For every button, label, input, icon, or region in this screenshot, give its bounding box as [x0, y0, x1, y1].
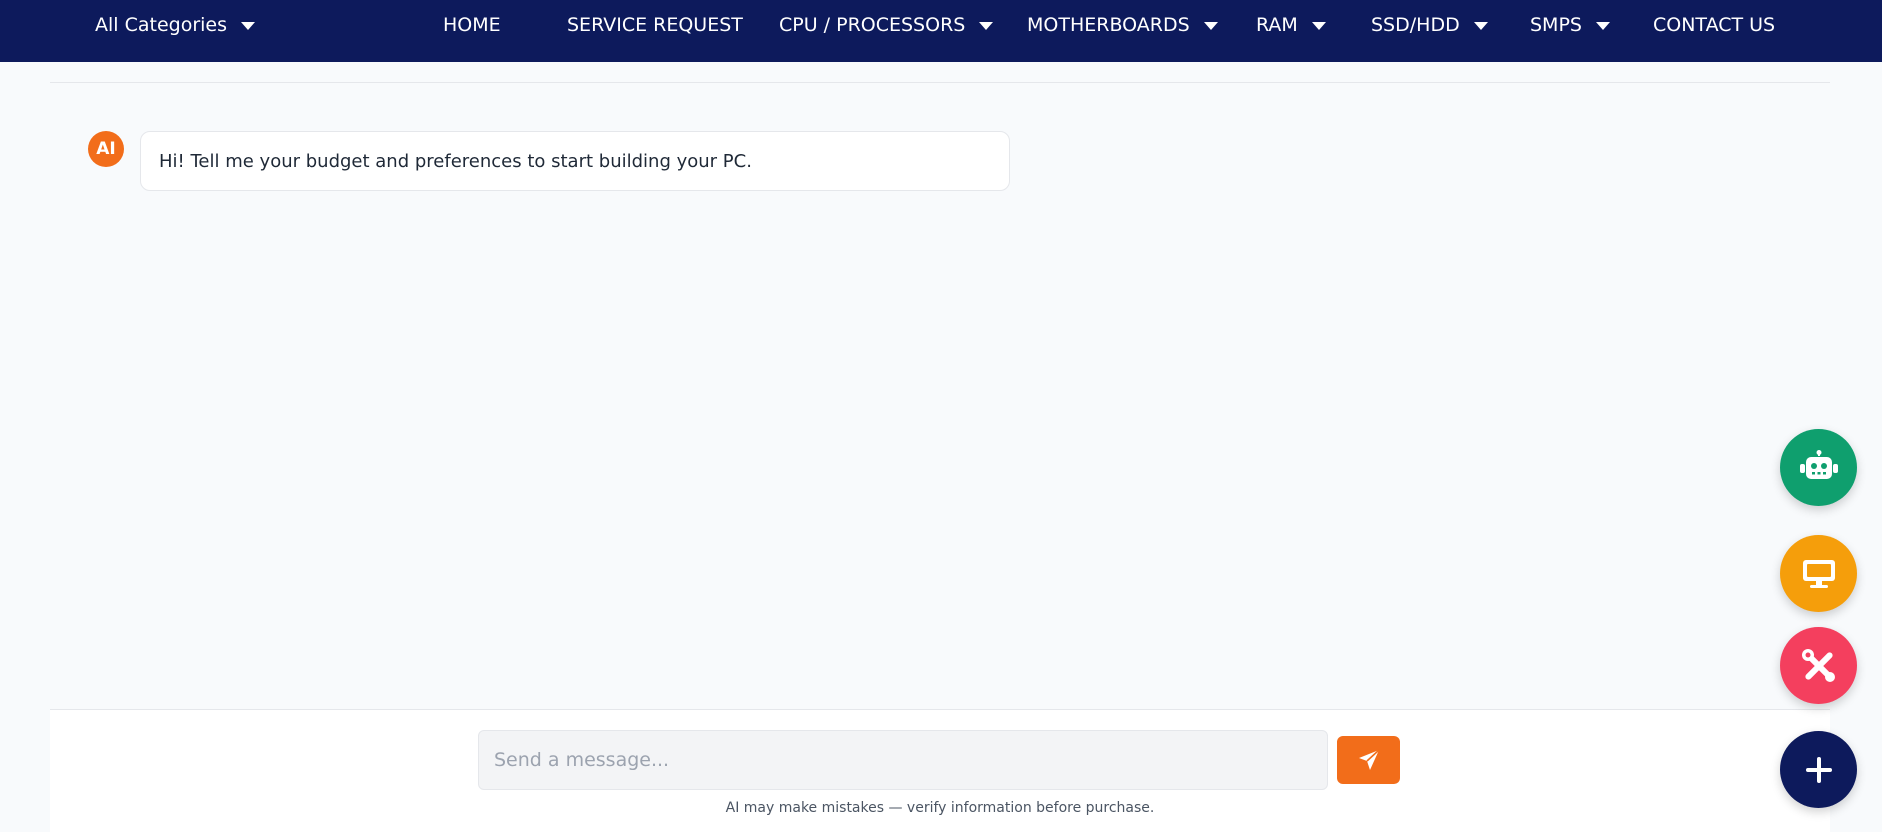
- ai-message-text: Hi! Tell me your budget and preferences …: [159, 150, 752, 172]
- chevron-down-icon: [979, 22, 994, 30]
- nav-smps[interactable]: SMPS: [1530, 0, 1610, 50]
- main-nav: HOME SERVICE REQUEST CPU / PROCESSORS MO…: [0, 0, 1882, 50]
- service-tools-button[interactable]: [1780, 627, 1857, 704]
- chevron-down-icon: [1311, 22, 1326, 30]
- nav-ram-label: RAM: [1256, 14, 1298, 36]
- pc-builder-button[interactable]: [1780, 535, 1857, 612]
- nav-service-request[interactable]: SERVICE REQUEST: [567, 0, 743, 50]
- send-icon: [1358, 749, 1380, 770]
- ai-message-bubble: Hi! Tell me your budget and preferences …: [140, 131, 1010, 191]
- robot-icon: [1799, 449, 1838, 479]
- nav-ram[interactable]: RAM: [1256, 0, 1326, 50]
- nav-motherboards[interactable]: MOTHERBOARDS: [1027, 0, 1218, 50]
- nav-home-label: HOME: [443, 14, 501, 36]
- nav-smps-label: SMPS: [1530, 14, 1582, 36]
- monitor-icon: [1802, 559, 1835, 588]
- ai-avatar: AI: [88, 131, 124, 167]
- nav-service-request-label: SERVICE REQUEST: [567, 14, 743, 36]
- ai-avatar-label: AI: [96, 139, 116, 159]
- nav-contact-us[interactable]: CONTACT US: [1653, 0, 1775, 50]
- nav-contact-us-label: CONTACT US: [1653, 14, 1776, 36]
- send-button[interactable]: [1337, 736, 1400, 784]
- chevron-down-icon: [1595, 22, 1610, 30]
- ai-disclaimer: AI may make mistakes — verify informatio…: [725, 800, 1155, 816]
- plus-icon: [1805, 756, 1832, 783]
- nav-ssd-hdd-label: SSD/HDD: [1371, 14, 1460, 36]
- nav-motherboards-label: MOTHERBOARDS: [1027, 14, 1190, 36]
- top-navbar: All Categories HOME SERVICE REQUEST CPU …: [0, 0, 1882, 62]
- chevron-down-icon: [1203, 22, 1218, 30]
- more-actions-button[interactable]: [1780, 731, 1857, 808]
- header-divider: [50, 82, 1830, 83]
- message-composer: AI may make mistakes — verify informatio…: [50, 709, 1830, 832]
- nav-cpu-processors[interactable]: CPU / PROCESSORS: [779, 0, 994, 50]
- ai-assistant-button[interactable]: [1780, 429, 1857, 506]
- tools-icon: [1801, 648, 1835, 682]
- message-input[interactable]: [478, 730, 1328, 790]
- chevron-down-icon: [1473, 22, 1488, 30]
- nav-cpu-processors-label: CPU / PROCESSORS: [779, 14, 966, 36]
- nav-home[interactable]: HOME: [443, 0, 501, 50]
- nav-ssd-hdd[interactable]: SSD/HDD: [1371, 0, 1488, 50]
